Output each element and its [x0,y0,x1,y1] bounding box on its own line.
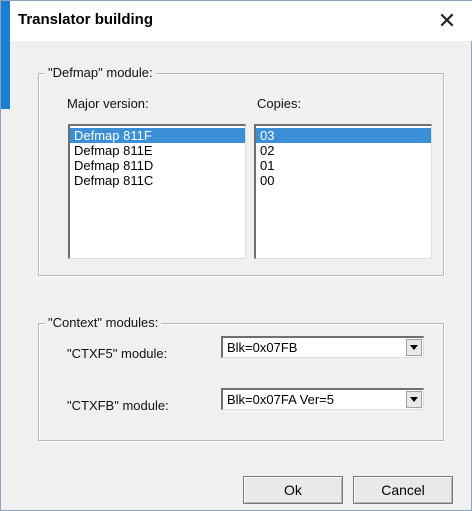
list-item[interactable]: 03 [256,128,431,143]
list-item[interactable]: 00 [256,173,431,188]
defmap-group: "Defmap" module: Major version: Copies: … [38,65,444,276]
ctxf5-combobox[interactable]: Blk=0x07FB [221,336,424,358]
defmap-group-label: "Defmap" module: [45,65,156,80]
accent-strip [1,1,10,109]
copies-listbox[interactable]: 03 02 01 00 [254,124,432,259]
list-item[interactable]: Defmap 811F [70,128,245,143]
chevron-down-icon [410,397,418,402]
ctxfb-value: Blk=0x07FA Ver=5 [227,392,334,407]
list-item[interactable]: Defmap 811D [70,158,245,173]
ctxf5-label: "CTXF5" module: [67,346,168,361]
list-item[interactable]: 02 [256,143,431,158]
ctxfb-label: "CTXFB" module: [67,398,169,413]
dialog-window: Translator building ✕ "Defmap" module: M… [0,0,472,511]
list-item[interactable]: Defmap 811C [70,173,245,188]
dialog-title: Translator building [18,11,154,28]
title-bar[interactable]: Translator building ✕ [10,1,472,41]
copies-label: Copies: [257,96,302,111]
ctxfb-combobox[interactable]: Blk=0x07FA Ver=5 [221,388,424,410]
ctxf5-value: Blk=0x07FB [227,340,298,355]
major-version-listbox[interactable]: Defmap 811F Defmap 811E Defmap 811D Defm… [68,124,246,259]
ctxf5-dropdown-button[interactable] [406,339,422,356]
cancel-button[interactable]: Cancel [353,476,453,504]
chevron-down-icon [410,345,418,350]
list-item[interactable]: Defmap 811E [70,143,245,158]
context-group-label: "Context" modules: [45,315,162,330]
ctxfb-dropdown-button[interactable] [406,391,422,408]
ok-button[interactable]: Ok [243,476,343,504]
close-icon: ✕ [437,8,457,33]
list-item[interactable]: 01 [256,158,431,173]
major-version-label: Major version: [67,96,149,111]
context-group: "Context" modules: "CTXF5" module: Blk=0… [38,315,444,441]
close-button[interactable]: ✕ [430,5,464,37]
